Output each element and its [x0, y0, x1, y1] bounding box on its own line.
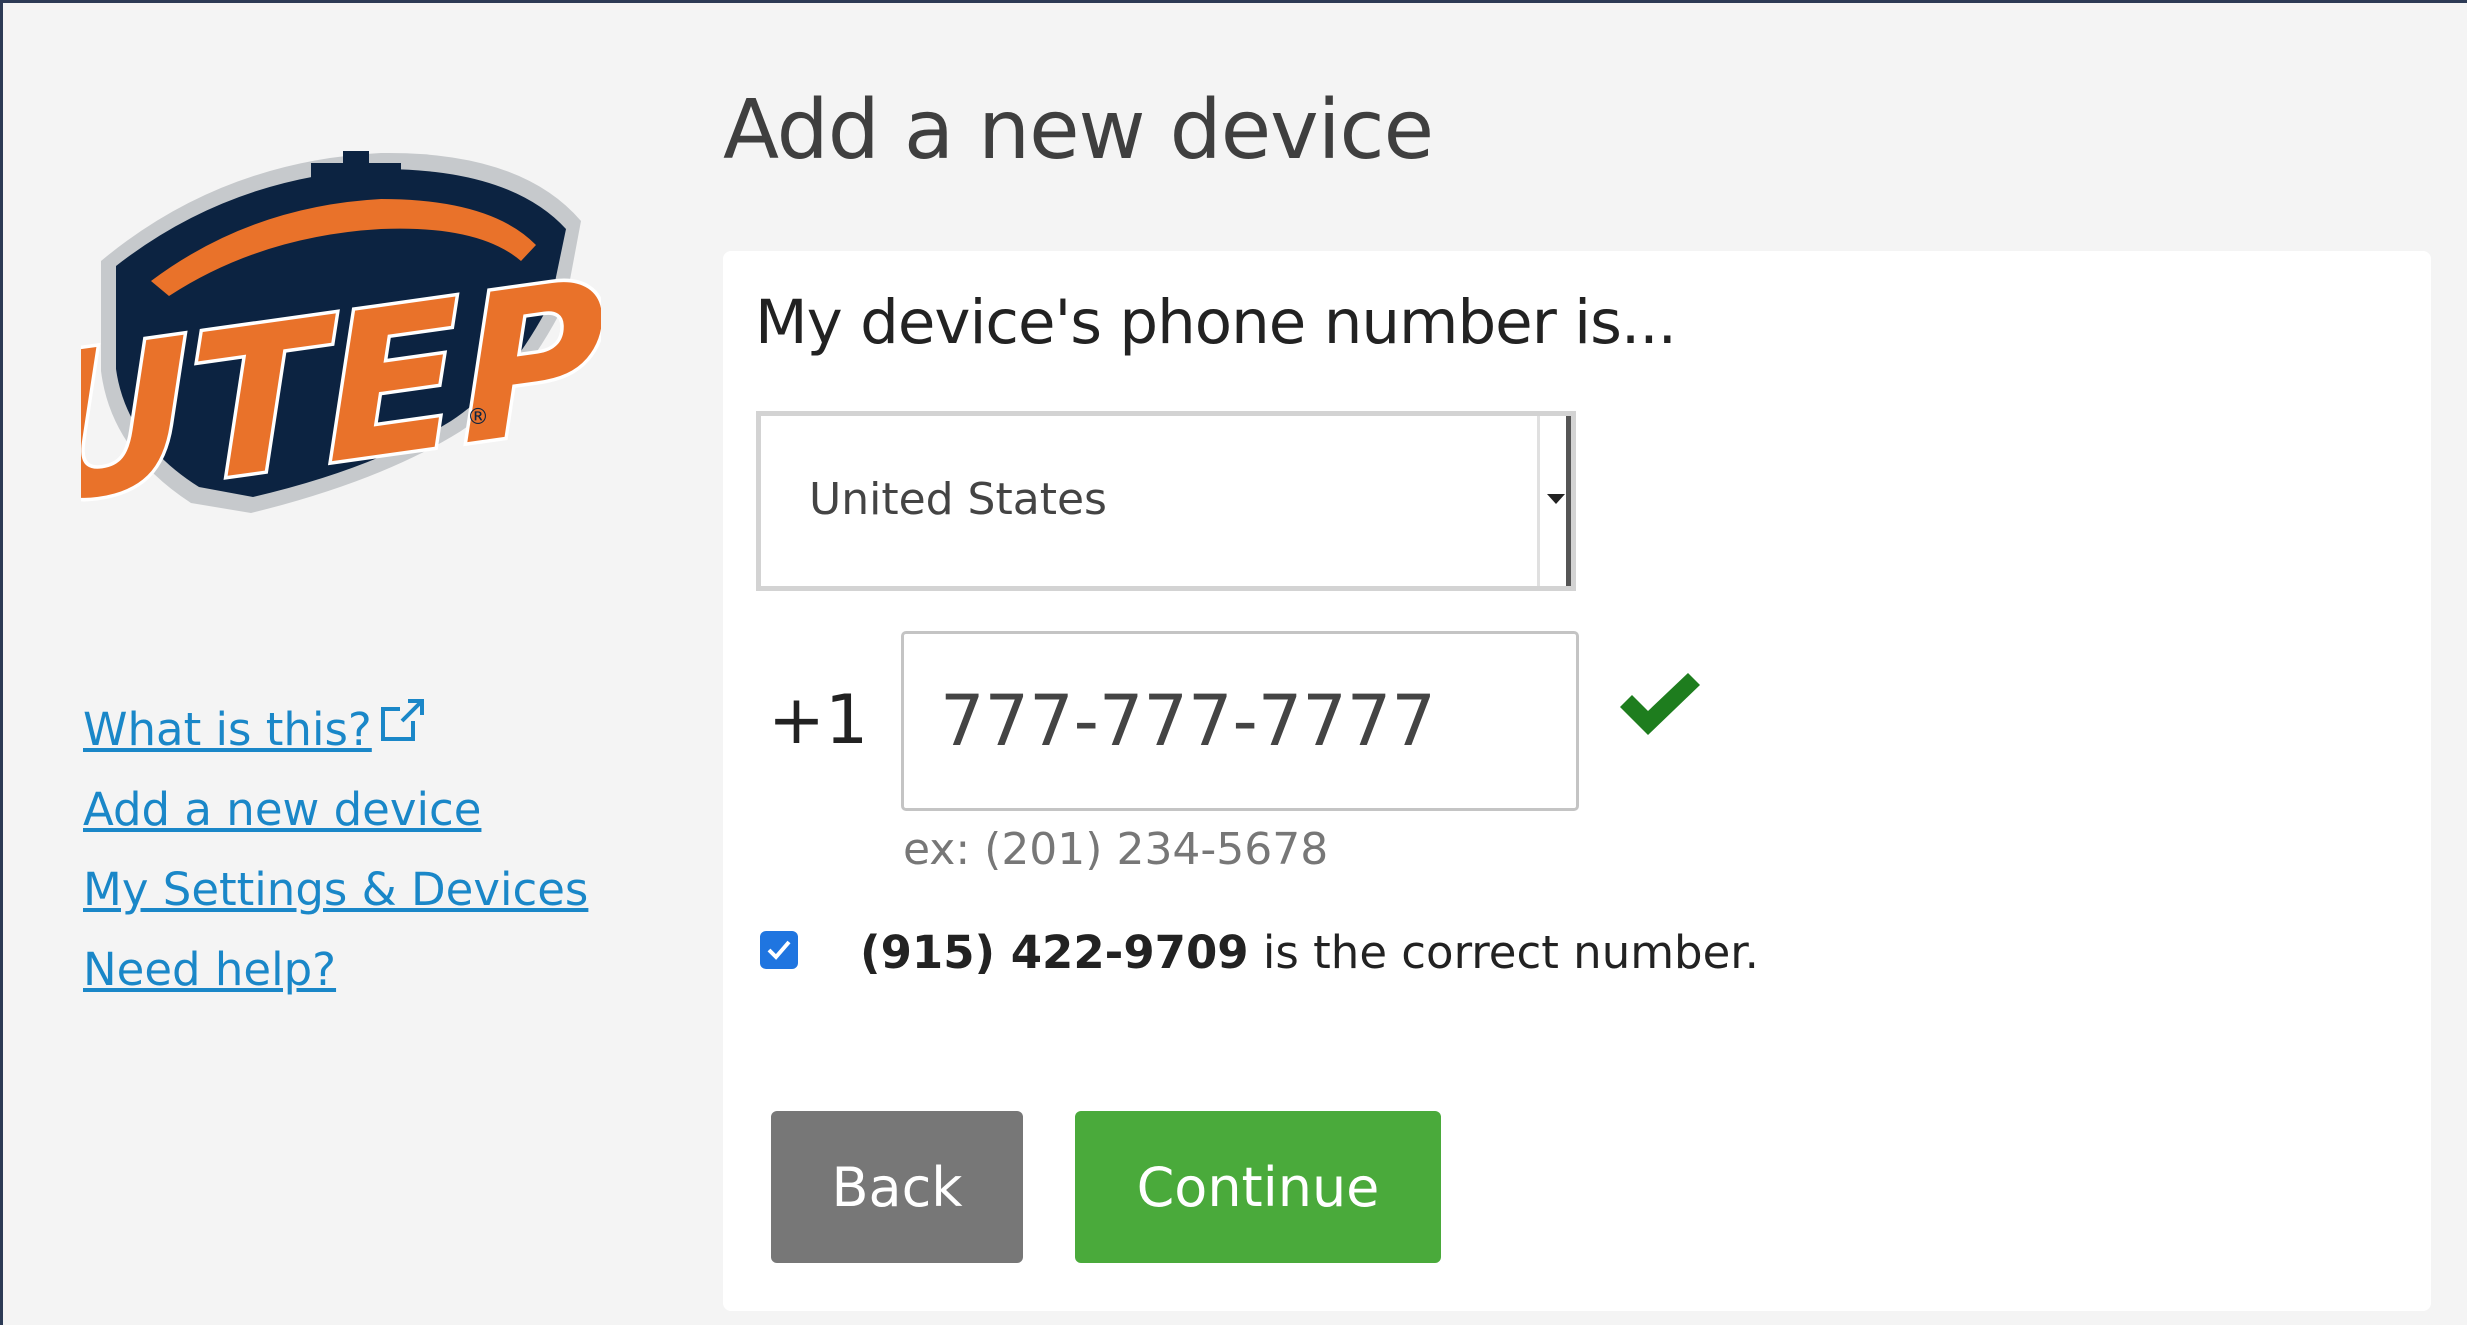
- country-code-label: +1: [768, 681, 869, 760]
- device-setup-frame: UTEP ® What is this? Add a new device My…: [0, 0, 2467, 1325]
- back-button[interactable]: Back: [771, 1111, 1023, 1263]
- checkbox-check-icon: [767, 940, 791, 960]
- what-is-this-label: What is this?: [83, 703, 372, 756]
- confirm-number-value: (915) 422-9709: [860, 926, 1249, 979]
- my-settings-devices-link[interactable]: My Settings & Devices: [83, 850, 588, 930]
- country-select[interactable]: United States: [756, 411, 1576, 591]
- confirm-number-suffix: is the correct number.: [1248, 926, 1759, 979]
- continue-button[interactable]: Continue: [1075, 1111, 1441, 1263]
- confirm-number-checkbox[interactable]: [760, 931, 798, 969]
- confirm-number-label: (915) 422-9709 is the correct number.: [860, 926, 1759, 979]
- side-nav: What is this? Add a new device My Settin…: [83, 688, 588, 1010]
- phone-example-hint: ex: (201) 234-5678: [903, 824, 1329, 875]
- card-heading: My device's phone number is...: [755, 287, 1677, 358]
- country-selected-value: United States: [809, 474, 1107, 525]
- page-title: Add a new device: [723, 83, 1434, 178]
- caret-down-icon: [1547, 494, 1565, 504]
- need-help-link[interactable]: Need help?: [83, 930, 588, 1010]
- select-arrow-box[interactable]: [1537, 416, 1571, 586]
- utep-logo-graphic: UTEP ®: [22, 151, 614, 555]
- phone-number-input[interactable]: [901, 631, 1579, 811]
- add-new-device-link[interactable]: Add a new device: [83, 770, 588, 850]
- what-is-this-link[interactable]: What is this?: [83, 688, 588, 770]
- utep-logo: UTEP ®: [22, 141, 614, 555]
- phone-entry-card: My device's phone number is... United St…: [723, 251, 2431, 1311]
- svg-text:®: ®: [467, 405, 489, 430]
- external-link-icon: [380, 688, 426, 768]
- checkmark-icon: [1616, 669, 1704, 739]
